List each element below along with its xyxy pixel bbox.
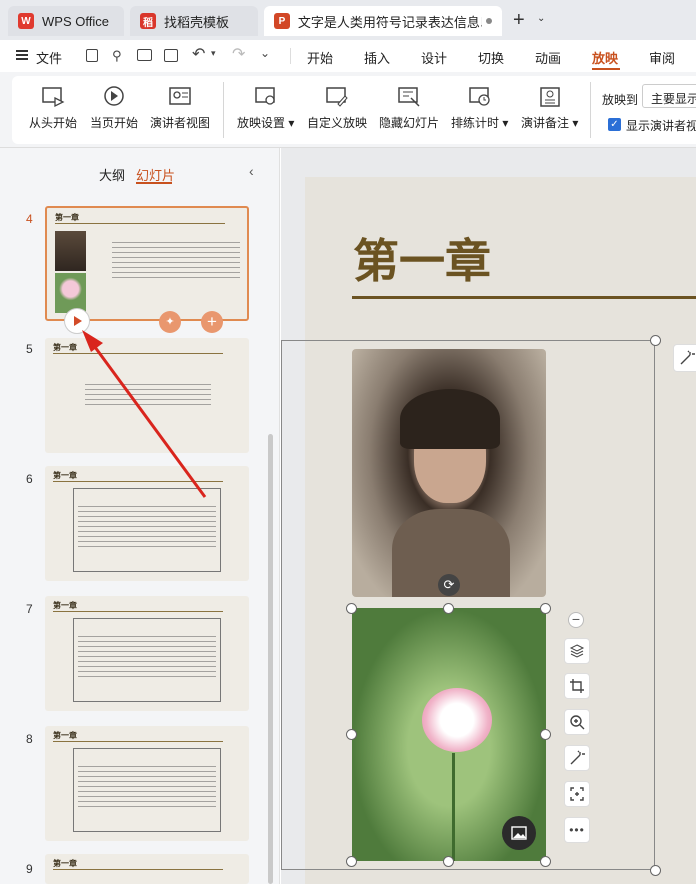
annotation-arrow — [82, 330, 207, 498]
